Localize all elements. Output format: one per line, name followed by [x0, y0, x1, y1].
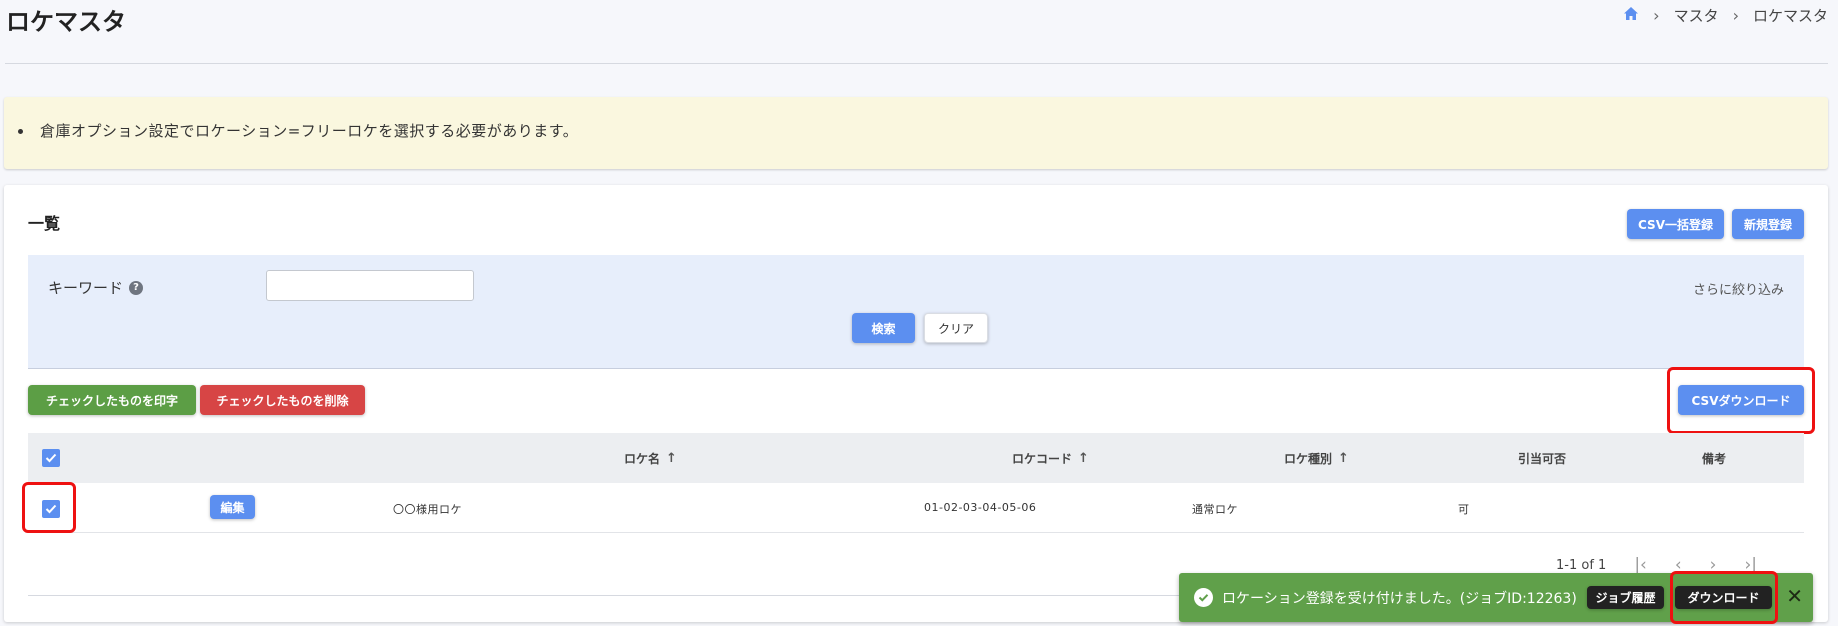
card-title: 一覧 [28, 214, 61, 233]
cell-name: 〇〇様用ロケ [393, 503, 462, 516]
close-icon[interactable]: ✕ [1786, 584, 1803, 608]
pagination-summary: 1-1 of 1 [1556, 557, 1607, 573]
search-button[interactable]: 検索 [852, 313, 915, 343]
header-divider [5, 63, 1828, 64]
keyword-input[interactable] [266, 270, 474, 301]
clear-button[interactable]: クリア [924, 313, 988, 343]
cell-code: 01-02-03-04-05-06 [924, 501, 1037, 514]
csv-bulk-register-button[interactable]: CSV一括登録 [1627, 209, 1724, 239]
edit-button[interactable]: 編集 [210, 495, 255, 519]
column-header-name[interactable]: ロケ名 ↑ [624, 450, 677, 467]
keyword-label-text: キーワード [48, 279, 124, 297]
delete-checked-button[interactable]: チェックしたものを削除 [200, 385, 365, 415]
column-header-allocatable: 引当可否 [1518, 452, 1567, 466]
home-icon[interactable] [1623, 6, 1639, 25]
sort-arrow-up-icon: ↑ [1338, 451, 1349, 466]
cell-allocatable: 可 [1458, 503, 1470, 516]
check-circle-icon [1194, 588, 1213, 607]
column-header-note: 備考 [1702, 452, 1727, 466]
new-register-button[interactable]: 新規登録 [1732, 209, 1804, 239]
chevron-right-icon: › [1732, 6, 1739, 25]
table-row: 編集 〇〇様用ロケ 01-02-03-04-05-06 通常ロケ 可 [28, 483, 1804, 533]
breadcrumb-item-current: ロケマスタ [1752, 7, 1828, 25]
more-filter-link[interactable]: さらに絞り込み [1693, 279, 1784, 298]
help-icon[interactable]: ? [129, 280, 144, 295]
keyword-label: キーワード ? [48, 277, 144, 298]
notice-banner: 倉庫オプション設定でロケーション=フリーロケを選択する必要があります。 [4, 97, 1828, 169]
highlight-box [1667, 367, 1815, 434]
page-title: ロケマスタ [6, 8, 126, 36]
print-checked-button[interactable]: チェックしたものを印字 [28, 385, 196, 415]
sort-arrow-up-icon: ↑ [666, 451, 677, 466]
highlight-box [22, 482, 76, 533]
chevron-right-icon: › [1653, 6, 1660, 25]
column-header-code[interactable]: ロケコード ↑ [1012, 450, 1089, 467]
notice-list: 倉庫オプション設定でロケーション=フリーロケを選択する必要があります。 [34, 120, 578, 141]
job-history-button[interactable]: ジョブ履歴 [1587, 586, 1664, 609]
toast-message: ロケーション登録を受け付けました。(ジョブID:12263) [1222, 591, 1577, 607]
highlight-box [1670, 571, 1778, 624]
cell-type: 通常ロケ [1192, 503, 1238, 516]
notice-item: 倉庫オプション設定でロケーション=フリーロケを選択する必要があります。 [34, 120, 578, 141]
breadcrumb-item-master[interactable]: マスタ [1674, 5, 1719, 26]
table-header: ロケ名 ↑ ロケコード ↑ ロケ種別 ↑ 引当可否 備考 [28, 433, 1804, 483]
sort-arrow-up-icon: ↑ [1078, 451, 1089, 466]
breadcrumb: › マスタ › ロケマスタ [1623, 5, 1828, 26]
first-page-icon[interactable]: |‹ [1634, 555, 1647, 575]
column-header-type[interactable]: ロケ種別 ↑ [1284, 450, 1349, 467]
list-card: 一覧 CSV一括登録 新規登録 キーワード ? さらに絞り込み 検索 クリア チ… [4, 185, 1828, 622]
select-all-checkbox[interactable] [42, 449, 60, 467]
filter-panel: キーワード ? さらに絞り込み 検索 クリア [28, 255, 1804, 369]
